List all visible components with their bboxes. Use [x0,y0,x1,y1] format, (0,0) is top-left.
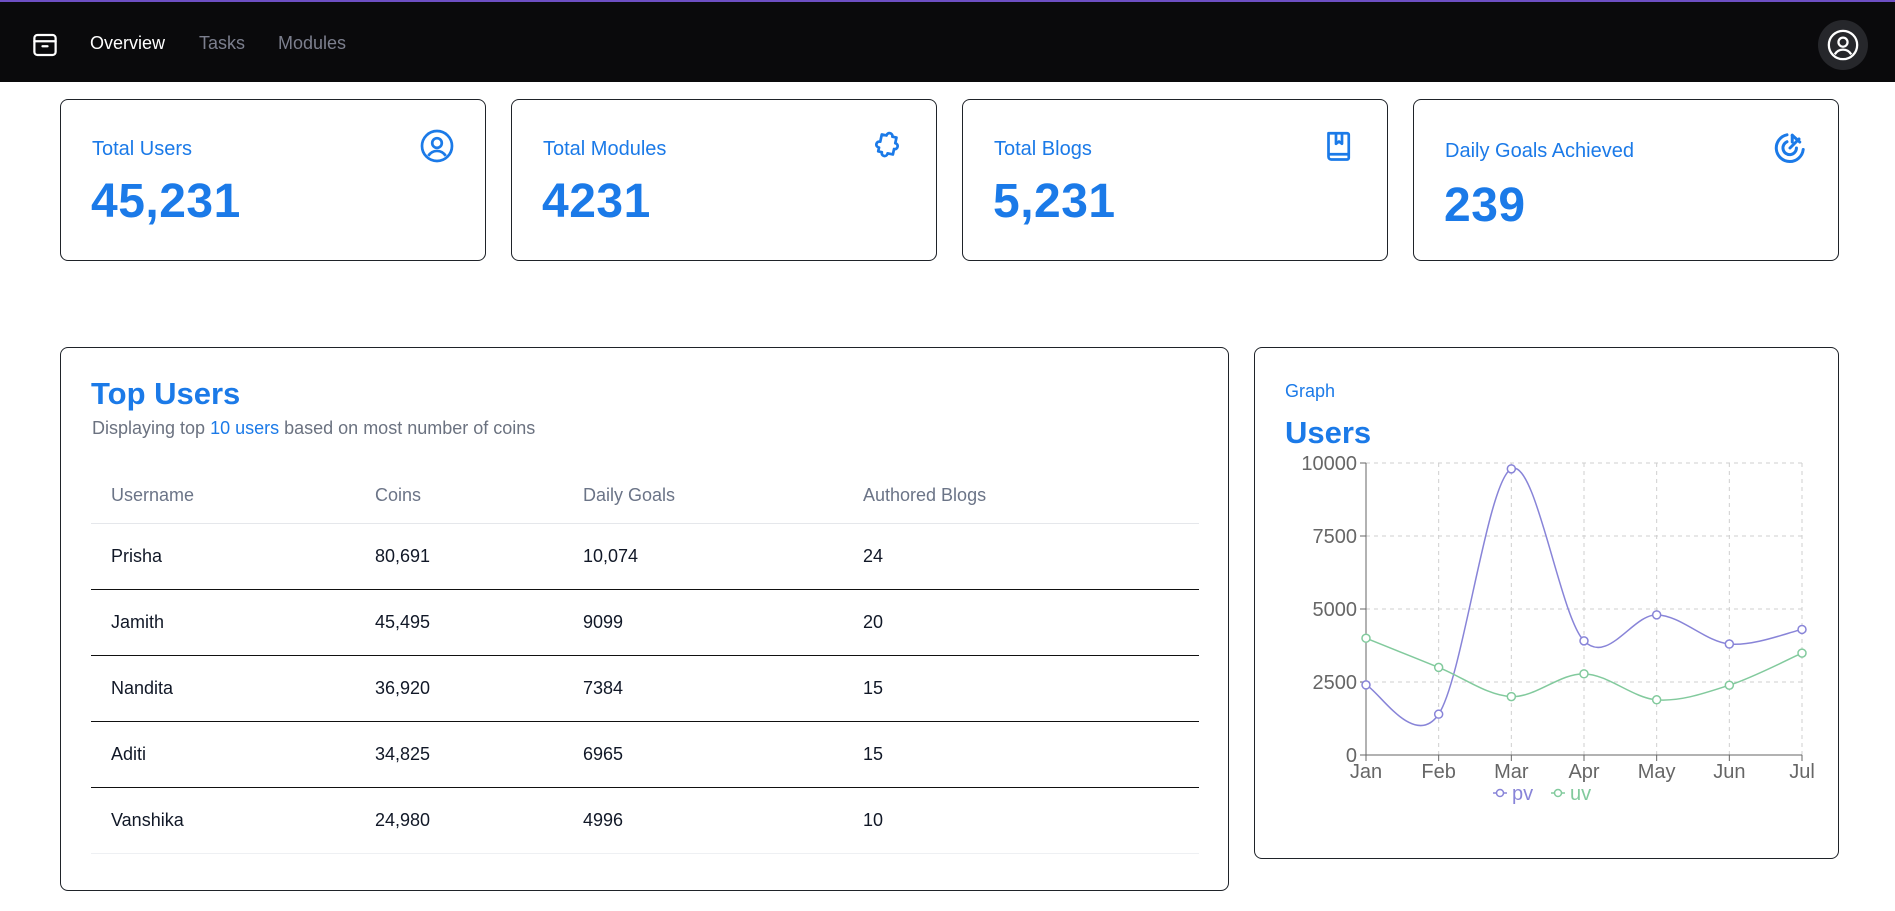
cell-username: Vanshika [111,810,184,830]
cell-authored-blogs: 10 [863,810,884,830]
column-header-username[interactable]: Username [111,468,194,523]
stat-card-total-blogs: Total Blogs 5,231 [962,99,1388,261]
subtitle-prefix: Displaying top [92,418,211,438]
cell-authored-blogs: 24 [863,546,884,566]
top-users-table: Username Coins Daily Goals Authored Blog… [91,468,1199,854]
table-header-row: Username Coins Daily Goals Authored Blog… [91,468,1199,524]
puzzle-icon [874,131,900,158]
column-header-coins[interactable]: Coins [375,468,421,523]
cell-username: Prisha [111,546,163,566]
y-tick-label: 7500 [1313,526,1358,548]
cell-daily-goals: 6965 [583,744,624,764]
x-tick-label: Feb [1421,761,1455,783]
stat-value: 45,231 [91,175,241,228]
stat-label: Daily Goals Achieved [1445,140,1634,162]
table-row[interactable]: Vanshika 24,980 4996 10 [91,788,1199,854]
x-tick-label: May [1638,761,1676,783]
top-users-card: Top Users Displaying top 10 users based … [60,347,1229,891]
y-tick-label: 5000 [1313,599,1358,621]
book-bookmark-icon [1327,131,1351,161]
table-row[interactable]: Prisha 80,691 10,074 24 [91,524,1199,590]
stat-value: 4231 [542,175,651,228]
x-tick-label: Jul [1789,761,1815,783]
cell-coins: 34,825 [375,744,431,764]
top-users-title: Top Users [91,376,241,411]
data-point-pv [1506,464,1517,474]
cell-authored-blogs: 15 [863,678,884,698]
graph-card: Graph Users 0 2500 5000 7500 10000 Jan Feb Mar A… [1254,347,1839,859]
stat-card-total-modules: Total Modules 4231 [511,99,937,261]
data-point-uv [1651,695,1662,705]
data-point-pv [1651,610,1662,620]
nav-overview[interactable]: Overview [90,33,165,54]
table-row[interactable]: Aditi 34,825 6965 15 [91,722,1199,788]
cell-username: Jamith [111,612,165,632]
stat-card-daily-goals: Daily Goals Achieved 239 [1413,99,1839,261]
user-circle-icon [420,129,454,163]
cell-coins: 36,920 [375,678,431,698]
data-point-uv [1579,669,1589,679]
package-box-icon[interactable] [30,30,60,60]
user-menu-button[interactable] [1818,20,1868,70]
x-tick-label: Jan [1350,761,1382,783]
data-point-pv [1579,636,1589,646]
data-point-uv [1361,633,1371,643]
stat-value: 5,231 [993,175,1116,228]
cell-daily-goals: 4996 [583,810,624,830]
top-users-subtitle: Displaying top 10 users based on most nu… [92,418,535,439]
data-point-pv [1724,639,1735,649]
subtitle-highlight: 10 users [210,418,280,438]
data-point-pv [1361,680,1371,690]
stat-value: 239 [1444,179,1526,232]
table-row[interactable]: Nandita 36,920 7384 15 [91,656,1199,722]
stat-label: Total Users [92,138,193,160]
y-tick-label: 10000 [1301,453,1357,475]
user-circle-icon [1827,29,1859,61]
users-line-chart: 025005000750010000Jan Feb Mar Apr May Jun Julp… [1301,453,1815,805]
nav-modules[interactable]: Modules [278,33,346,54]
column-header-daily-goals[interactable]: Daily Goals [583,468,675,523]
x-tick-label: Mar [1494,761,1529,783]
cell-coins: 24,980 [375,810,431,830]
cell-username: Aditi [111,744,147,764]
y-tick-label: 2500 [1313,672,1358,694]
legend-label-uv: uv [1570,783,1591,805]
stat-card-total-users: Total Users 45,231 [60,99,486,261]
table-row[interactable]: Jamith 45,495 9099 20 [91,590,1199,656]
cell-authored-blogs: 15 [863,744,884,764]
data-point-uv [1797,648,1807,658]
legend-swatch-marker [1553,788,1563,798]
x-tick-label: Jun [1713,761,1745,783]
data-point-pv [1797,624,1807,635]
stat-label: Total Modules [543,138,667,160]
x-tick-label: Apr [1568,761,1599,783]
data-point-uv [1433,662,1444,673]
cell-coins: 80,691 [375,546,431,566]
data-point-uv [1724,680,1735,690]
cell-daily-goals: 9099 [583,612,624,632]
cell-username: Nandita [111,678,174,698]
subtitle-suffix: based on most number of coins [279,418,536,438]
cell-authored-blogs: 20 [863,612,884,632]
legend-label-pv: pv [1512,783,1533,805]
top-navbar: Overview Tasks Modules [0,0,1895,82]
cell-daily-goals: 10,074 [583,546,639,566]
cell-coins: 45,495 [375,612,431,632]
legend-swatch-marker [1495,788,1505,798]
data-point-pv [1433,709,1444,719]
target-arrow-icon [1774,133,1805,163]
data-point-uv [1506,691,1517,702]
column-header-authored-blogs[interactable]: Authored Blogs [863,468,986,523]
nav-tasks[interactable]: Tasks [199,33,245,54]
cell-daily-goals: 7384 [583,678,624,698]
stat-label: Total Blogs [994,138,1092,160]
